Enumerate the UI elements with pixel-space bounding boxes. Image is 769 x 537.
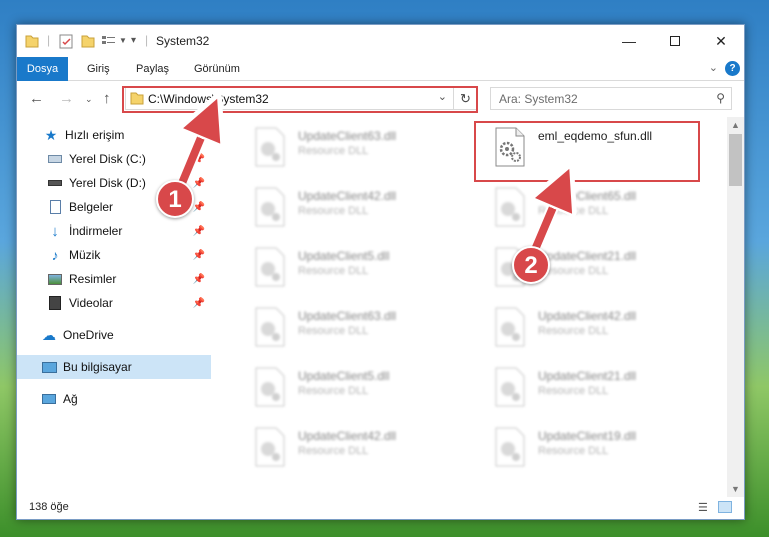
step-marker-1: 1 <box>156 180 194 218</box>
annotation-arrows <box>174 0 769 258</box>
arrow-2 <box>530 186 562 254</box>
step-marker-2: 2 <box>512 246 550 284</box>
arrow-1 <box>176 116 210 190</box>
